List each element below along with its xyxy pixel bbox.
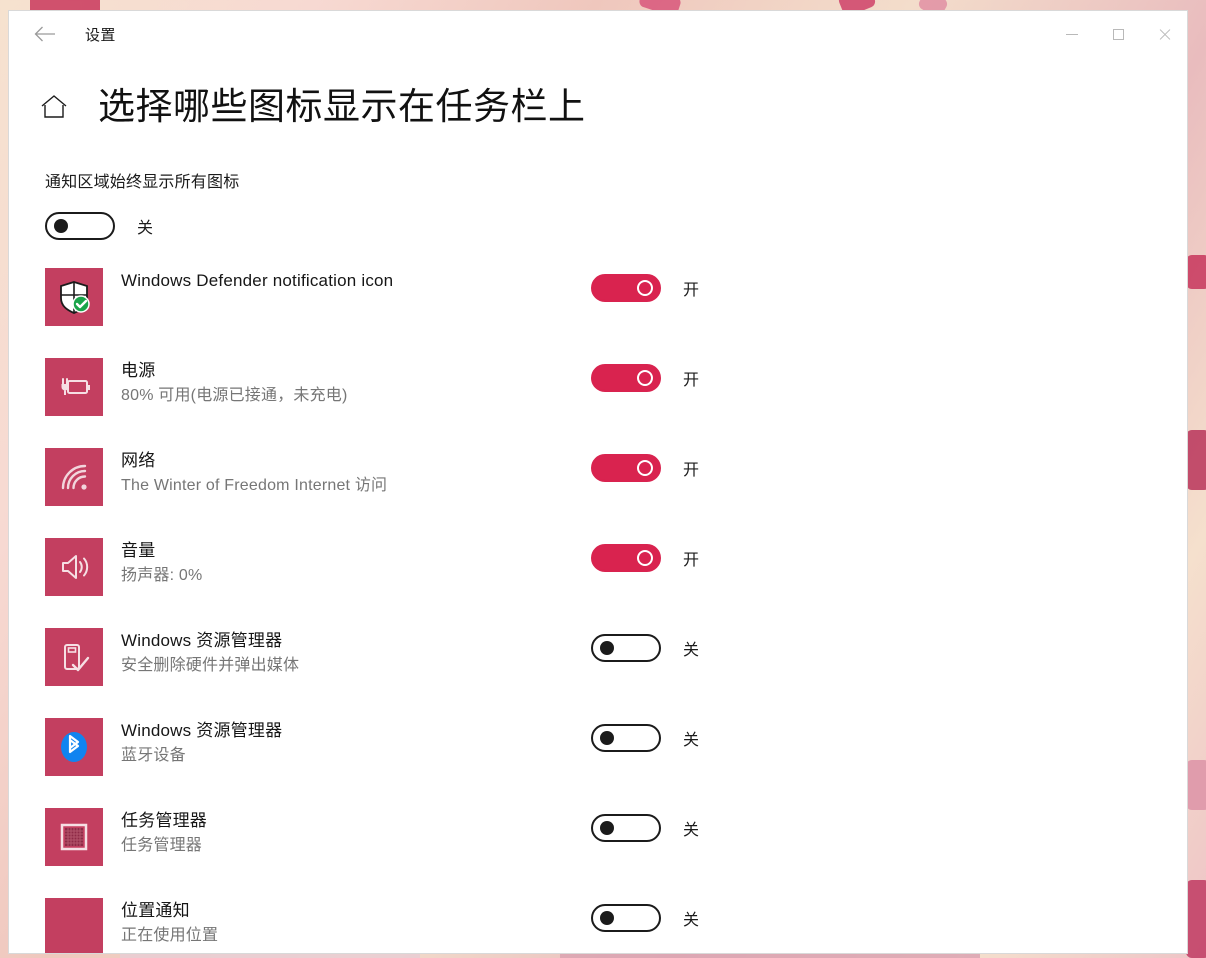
row-toggle[interactable] <box>591 903 661 932</box>
maximize-button[interactable] <box>1095 11 1141 57</box>
row-state-label: 关 <box>683 821 700 839</box>
row-switch-block: 关 <box>591 896 699 932</box>
taskbar-icon-row: 电源 80% 可用(电源已接通，未充电) 开 <box>9 356 1187 446</box>
row-text-block: Windows 资源管理器 蓝牙设备 <box>121 716 591 767</box>
row-toggle[interactable] <box>591 543 661 572</box>
taskbar-icon-row: 网络 The Winter of Freedom Internet 访问 开 <box>9 446 1187 536</box>
row-text-block: 音量扬声器: 0% <box>121 536 591 587</box>
row-text-block: Windows 资源管理器 安全删除硬件并弹出媒体 <box>121 626 591 677</box>
volume-speaker-icon <box>45 537 103 596</box>
row-toggle[interactable] <box>591 363 661 392</box>
row-switch-block: 开 <box>591 446 699 482</box>
wallpaper-shape <box>1186 430 1206 490</box>
taskbar-icon-row: 位置通知正在使用位置 关 <box>9 896 1187 953</box>
row-title: Windows 资源管理器 <box>121 720 283 740</box>
always-show-state-label: 关 <box>137 219 154 237</box>
row-text-block: 电源 80% 可用(电源已接通，未充电) <box>121 356 591 407</box>
toggle-knob <box>637 279 653 296</box>
row-toggle[interactable] <box>591 453 661 482</box>
row-text-block: 网络 The Winter of Freedom Internet 访问 <box>121 446 591 497</box>
row-switch-block: 开 <box>591 356 699 392</box>
usb-eject-icon <box>45 627 103 686</box>
windows-defender-shield-icon <box>45 267 103 326</box>
toggle-knob <box>600 820 614 835</box>
wallpaper-shape <box>1186 760 1206 810</box>
row-switch-block: 开 <box>591 266 699 302</box>
row-state-label: 开 <box>683 371 700 389</box>
row-subtitle: 任务管理器 <box>121 836 203 854</box>
close-icon <box>1158 28 1171 41</box>
row-switch-block: 关 <box>591 806 699 842</box>
row-state-label: 开 <box>683 281 700 299</box>
row-state-label: 开 <box>683 551 700 569</box>
location-notification-icon <box>45 897 103 953</box>
row-subtitle: 蓝牙设备 <box>121 746 186 764</box>
taskbar-icon-row: Windows Defender notification icon 开 <box>9 266 1187 356</box>
settings-window: 设置 选择哪些图标显示在任务栏上 通知区域始终显示所有图标 关 Windows … <box>8 10 1188 954</box>
wallpaper-shape <box>1186 255 1206 289</box>
app-title: 设置 <box>85 26 116 44</box>
row-state-label: 开 <box>683 461 700 479</box>
wallpaper-shape <box>1186 880 1206 958</box>
row-subtitle: The Winter of Freedom Internet 访问 <box>121 476 388 494</box>
page-title: 选择哪些图标显示在任务栏上 <box>98 86 586 127</box>
always-show-toggle[interactable] <box>45 211 115 240</box>
always-show-label: 通知区域始终显示所有图标 <box>45 173 240 191</box>
taskbar-icon-row: 音量扬声器: 0% 开 <box>9 536 1187 626</box>
row-title: Windows 资源管理器 <box>121 630 283 650</box>
row-toggle[interactable] <box>591 633 661 662</box>
minimize-button[interactable] <box>1049 11 1095 57</box>
row-title: 网络 <box>121 450 156 470</box>
row-subtitle: 安全删除硬件并弹出媒体 <box>121 656 300 674</box>
maximize-icon <box>1112 28 1124 40</box>
row-switch-block: 关 <box>591 626 699 662</box>
toggle-knob <box>600 640 614 655</box>
toggle-knob <box>600 910 614 925</box>
row-title: 位置通知 <box>121 900 190 920</box>
row-toggle[interactable] <box>591 723 661 752</box>
row-title: 任务管理器 <box>121 810 207 830</box>
row-text-block: 任务管理器 任务管理器 <box>121 806 591 857</box>
row-state-label: 关 <box>683 731 700 749</box>
toggle-knob <box>637 459 653 476</box>
row-title: 电源 <box>121 360 156 380</box>
always-show-toggle-row: 关 <box>45 211 1187 240</box>
network-wifi-icon <box>45 447 103 506</box>
bluetooth-icon <box>45 717 103 776</box>
row-toggle[interactable] <box>591 273 661 302</box>
taskbar-icon-list: Windows Defender notification icon 开电源 80%… <box>9 266 1187 953</box>
toggle-knob <box>54 218 68 233</box>
row-title: 音量 <box>121 540 156 560</box>
close-button[interactable] <box>1141 11 1187 57</box>
row-title: Windows Defender notification icon <box>121 270 394 290</box>
row-state-label: 关 <box>683 641 700 659</box>
window-controls <box>1049 11 1187 57</box>
taskbar-icon-row: 任务管理器 任务管理器关 <box>9 806 1187 896</box>
task-manager-icon <box>45 807 103 866</box>
row-text-block: 位置通知正在使用位置 <box>121 896 591 947</box>
row-switch-block: 开 <box>591 536 699 572</box>
taskbar-icon-row: Windows 资源管理器 蓝牙设备 关 <box>9 716 1187 806</box>
minimize-icon <box>1066 33 1078 35</box>
toggle-knob <box>637 369 653 386</box>
toggle-knob <box>600 730 614 745</box>
row-text-block: Windows Defender notification icon <box>121 266 591 293</box>
page-header: 选择哪些图标显示在任务栏上 <box>9 57 1187 128</box>
row-toggle[interactable] <box>591 813 661 842</box>
taskbar-icon-row: Windows 资源管理器 安全删除硬件并弹出媒体 关 <box>9 626 1187 716</box>
home-icon[interactable] <box>37 90 71 124</box>
always-show-section: 通知区域始终显示所有图标 关 <box>9 128 1187 240</box>
toggle-knob <box>637 549 653 566</box>
row-subtitle: 80% 可用(电源已接通，未充电) <box>121 386 348 404</box>
row-state-label: 关 <box>683 911 700 929</box>
power-battery-icon <box>45 357 103 416</box>
row-subtitle: 正在使用位置 <box>121 926 219 944</box>
row-switch-block: 关 <box>591 716 699 752</box>
back-button[interactable] <box>21 18 69 50</box>
row-subtitle: 扬声器: 0% <box>121 566 203 584</box>
title-bar: 设置 <box>9 11 1187 57</box>
